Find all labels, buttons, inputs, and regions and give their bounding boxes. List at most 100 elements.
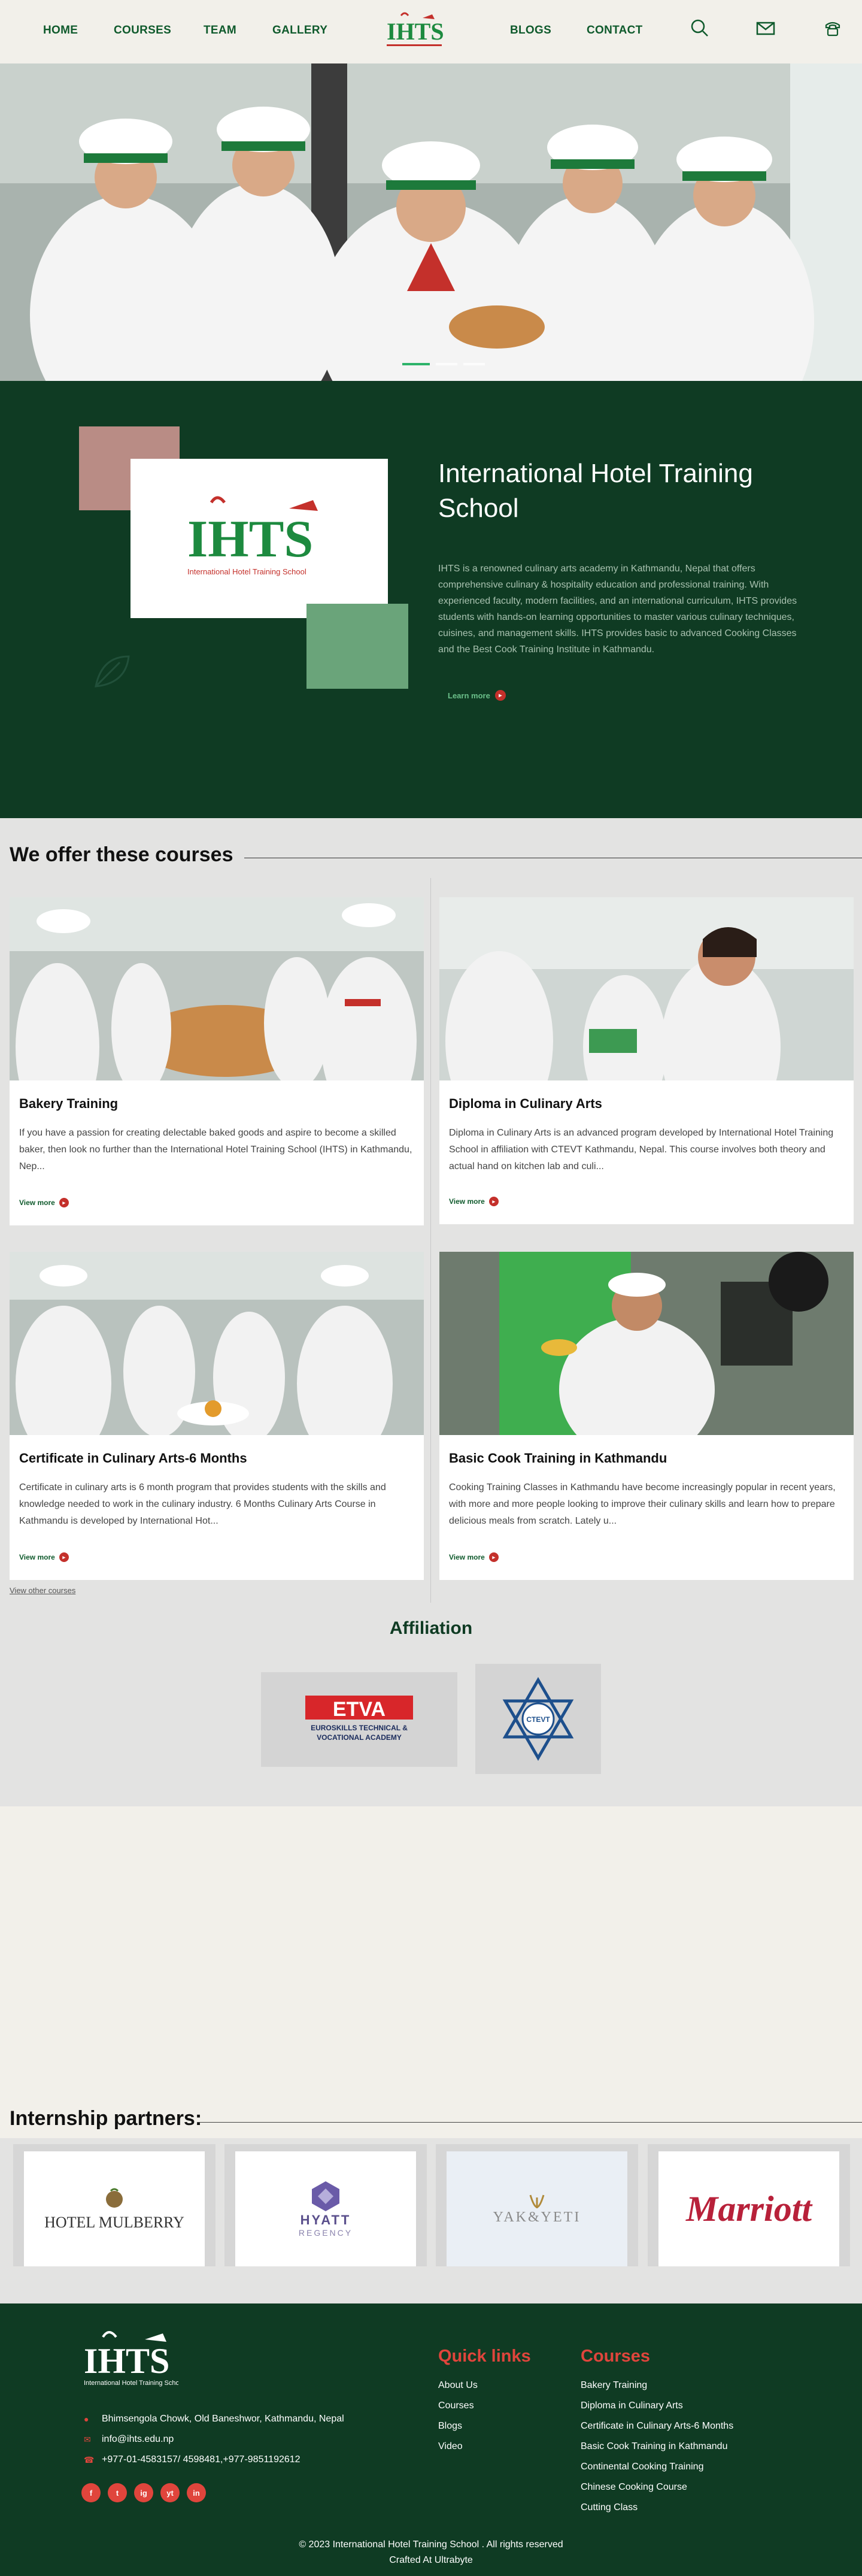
- phone-icon[interactable]: [822, 18, 843, 38]
- quick-link[interactable]: Blogs: [438, 2421, 478, 2441]
- footer-course-link[interactable]: Cutting Class: [581, 2502, 733, 2523]
- quick-links-title: Quick links: [438, 2347, 531, 2366]
- footer-logo[interactable]: IHTS International Hotel Training School: [79, 2326, 184, 2389]
- mail-icon[interactable]: [755, 18, 776, 38]
- courses-title: We offer these courses: [10, 843, 233, 866]
- quick-link[interactable]: Courses: [438, 2401, 478, 2421]
- slider-dot-3[interactable]: [463, 363, 485, 365]
- course-card-bakery[interactable]: Bakery Training If you have a passion fo…: [10, 897, 424, 1225]
- arrow-right-icon: ▸: [59, 1198, 69, 1207]
- course-card-basic-cook[interactable]: Basic Cook Training in Kathmandu Cooking…: [439, 1252, 854, 1580]
- view-more-label: View more: [449, 1197, 485, 1206]
- search-icon[interactable]: [690, 18, 710, 38]
- course-title[interactable]: Diploma in Culinary Arts: [449, 1096, 602, 1112]
- course-title[interactable]: Basic Cook Training in Kathmandu: [449, 1451, 667, 1466]
- quick-link[interactable]: About Us: [438, 2380, 478, 2401]
- site-footer: IHTS International Hotel Training School…: [0, 2303, 862, 2576]
- partner-card[interactable]: HYATT REGENCY: [224, 2144, 427, 2266]
- partner-name: Marriott: [685, 2188, 812, 2229]
- hyatt-icon: [312, 2181, 339, 2211]
- slider-dot-1[interactable]: [402, 363, 430, 365]
- twitter-icon[interactable]: t: [108, 2483, 127, 2502]
- footer-courses-list: Bakery Training Diploma in Culinary Arts…: [581, 2380, 733, 2523]
- footer-course-link[interactable]: Certificate in Culinary Arts-6 Months: [581, 2421, 733, 2441]
- footer-phone[interactable]: ☎ +977-01-4583157/ 4598481,+977-985119261…: [84, 2454, 301, 2465]
- footer-address: ● Bhimsengola Chowk, Old Baneshwor, Kathm…: [84, 2414, 344, 2424]
- instagram-icon[interactable]: ig: [134, 2483, 153, 2502]
- svg-text:CTEVT: CTEVT: [526, 1715, 550, 1724]
- svg-text:International Hotel Training S: International Hotel Training School: [187, 567, 306, 576]
- ihts-logo: IHTS International Hotel Training School: [187, 496, 318, 576]
- copyright: © 2023 International Hotel Training Scho…: [0, 2537, 862, 2568]
- nav-blogs[interactable]: BLOGS: [510, 24, 551, 37]
- svg-text:IHTS: IHTS: [187, 510, 313, 568]
- view-more-link[interactable]: View more ▸: [449, 1552, 499, 1562]
- location-pin-icon: ●: [84, 2414, 89, 2424]
- partner-subname: REGENCY: [298, 2228, 353, 2238]
- footer-course-link[interactable]: Basic Cook Training in Kathmandu: [581, 2441, 733, 2462]
- partner-card[interactable]: Marriott: [648, 2144, 850, 2266]
- view-more-link[interactable]: View more ▸: [449, 1197, 499, 1206]
- affiliate-etva[interactable]: ETVA EUROSKILLS TECHNICAL & VOCATIONAL A…: [261, 1672, 457, 1767]
- email-text[interactable]: info@ihts.edu.np: [102, 2434, 174, 2445]
- nav-team[interactable]: TEAM: [204, 24, 236, 37]
- affiliation-title: Affiliation: [389, 1618, 473, 1638]
- nav-contact[interactable]: CONTACT: [587, 24, 643, 37]
- quick-link[interactable]: Video: [438, 2441, 478, 2462]
- linkedin-icon[interactable]: in: [187, 2483, 206, 2502]
- top-nav: HOME COURSES TEAM GALLERY IHTS BLOGS CON…: [0, 0, 862, 63]
- partner-logo-mulberry: HOTEL MULBERRY: [24, 2151, 205, 2266]
- slider-dots[interactable]: [402, 363, 485, 365]
- course-title[interactable]: Certificate in Culinary Arts-6 Months: [19, 1451, 247, 1466]
- about-logo-card: IHTS International Hotel Training School: [130, 459, 388, 618]
- partner-name: HOTEL MULBERRY: [44, 2214, 184, 2231]
- leaf-icon: [84, 644, 138, 698]
- partner-logo-yakyeti: YAK&YETI: [447, 2151, 627, 2266]
- arrow-right-icon: ▸: [494, 690, 506, 701]
- footer-course-link[interactable]: Bakery Training: [581, 2380, 733, 2401]
- course-image: [10, 897, 424, 1080]
- slider-dot-2[interactable]: [436, 363, 457, 365]
- quick-links-list: About Us Courses Blogs Video: [438, 2380, 478, 2462]
- course-title[interactable]: Bakery Training: [19, 1096, 118, 1112]
- course-desc: Certificate in culinary arts is 6 month …: [19, 1482, 386, 1526]
- nav-courses[interactable]: COURSES: [114, 24, 171, 37]
- svg-text:EUROSKILLS TECHNICAL &: EUROSKILLS TECHNICAL &: [311, 1724, 408, 1732]
- arrow-right-icon: ▸: [488, 1552, 499, 1562]
- footer-course-link[interactable]: Diploma in Culinary Arts: [581, 2401, 733, 2421]
- course-image: [10, 1252, 424, 1435]
- course-card-certificate[interactable]: Certificate in Culinary Arts-6 Months Ce…: [10, 1252, 424, 1580]
- nav-home[interactable]: HOME: [43, 24, 78, 37]
- arrow-right-icon: ▸: [488, 1197, 499, 1206]
- hero-slider[interactable]: [0, 63, 862, 381]
- youtube-icon[interactable]: yt: [160, 2483, 180, 2502]
- mail-icon: ✉: [84, 2434, 91, 2444]
- nav-gallery[interactable]: GALLERY: [272, 24, 327, 37]
- view-other-courses-link[interactable]: View other courses: [10, 1586, 75, 1595]
- footer-course-link[interactable]: Continental Cooking Training: [581, 2462, 733, 2482]
- facebook-icon[interactable]: f: [81, 2483, 101, 2502]
- learn-more-link[interactable]: Learn more ▸: [448, 690, 506, 701]
- view-more-link[interactable]: View more ▸: [19, 1198, 69, 1207]
- about-text: IHTS is a renowned culinary arts academy…: [438, 564, 797, 655]
- etva-logo: ETVA EUROSKILLS TECHNICAL & VOCATIONAL A…: [305, 1696, 413, 1742]
- footer-course-link[interactable]: Chinese Cooking Course: [581, 2482, 733, 2502]
- view-more-label: View more: [19, 1198, 55, 1207]
- view-more-link[interactable]: View more ▸: [19, 1552, 69, 1562]
- affiliate-ctevt[interactable]: CTEVT: [475, 1664, 601, 1774]
- phone-text[interactable]: +977-01-4583157/ 4598481,+977-9851192612: [102, 2454, 301, 2465]
- partner-card[interactable]: HOTEL MULBERRY: [13, 2144, 216, 2266]
- courses-section: We offer these courses Bakery Training I…: [0, 818, 862, 1806]
- svg-text:International Hotel Training S: International Hotel Training School: [84, 2380, 178, 2387]
- course-desc: Cooking Training Classes in Kathmandu ha…: [449, 1482, 836, 1526]
- internship-title: Internship partners:: [10, 2107, 202, 2130]
- footer-email[interactable]: ✉ info@ihts.edu.np: [84, 2434, 174, 2445]
- learn-more-label: Learn more: [448, 691, 490, 700]
- partner-logo-marriott: Marriott: [658, 2151, 839, 2266]
- svg-text:ETVA: ETVA: [333, 1698, 386, 1721]
- course-image: [439, 1252, 854, 1435]
- crafted-by[interactable]: Crafted At Ultrabyte: [0, 2553, 862, 2568]
- site-logo[interactable]: IHTS: [381, 10, 448, 52]
- course-card-diploma[interactable]: Diploma in Culinary Arts Diploma in Culi…: [439, 897, 854, 1224]
- partner-card[interactable]: YAK&YETI: [436, 2144, 638, 2266]
